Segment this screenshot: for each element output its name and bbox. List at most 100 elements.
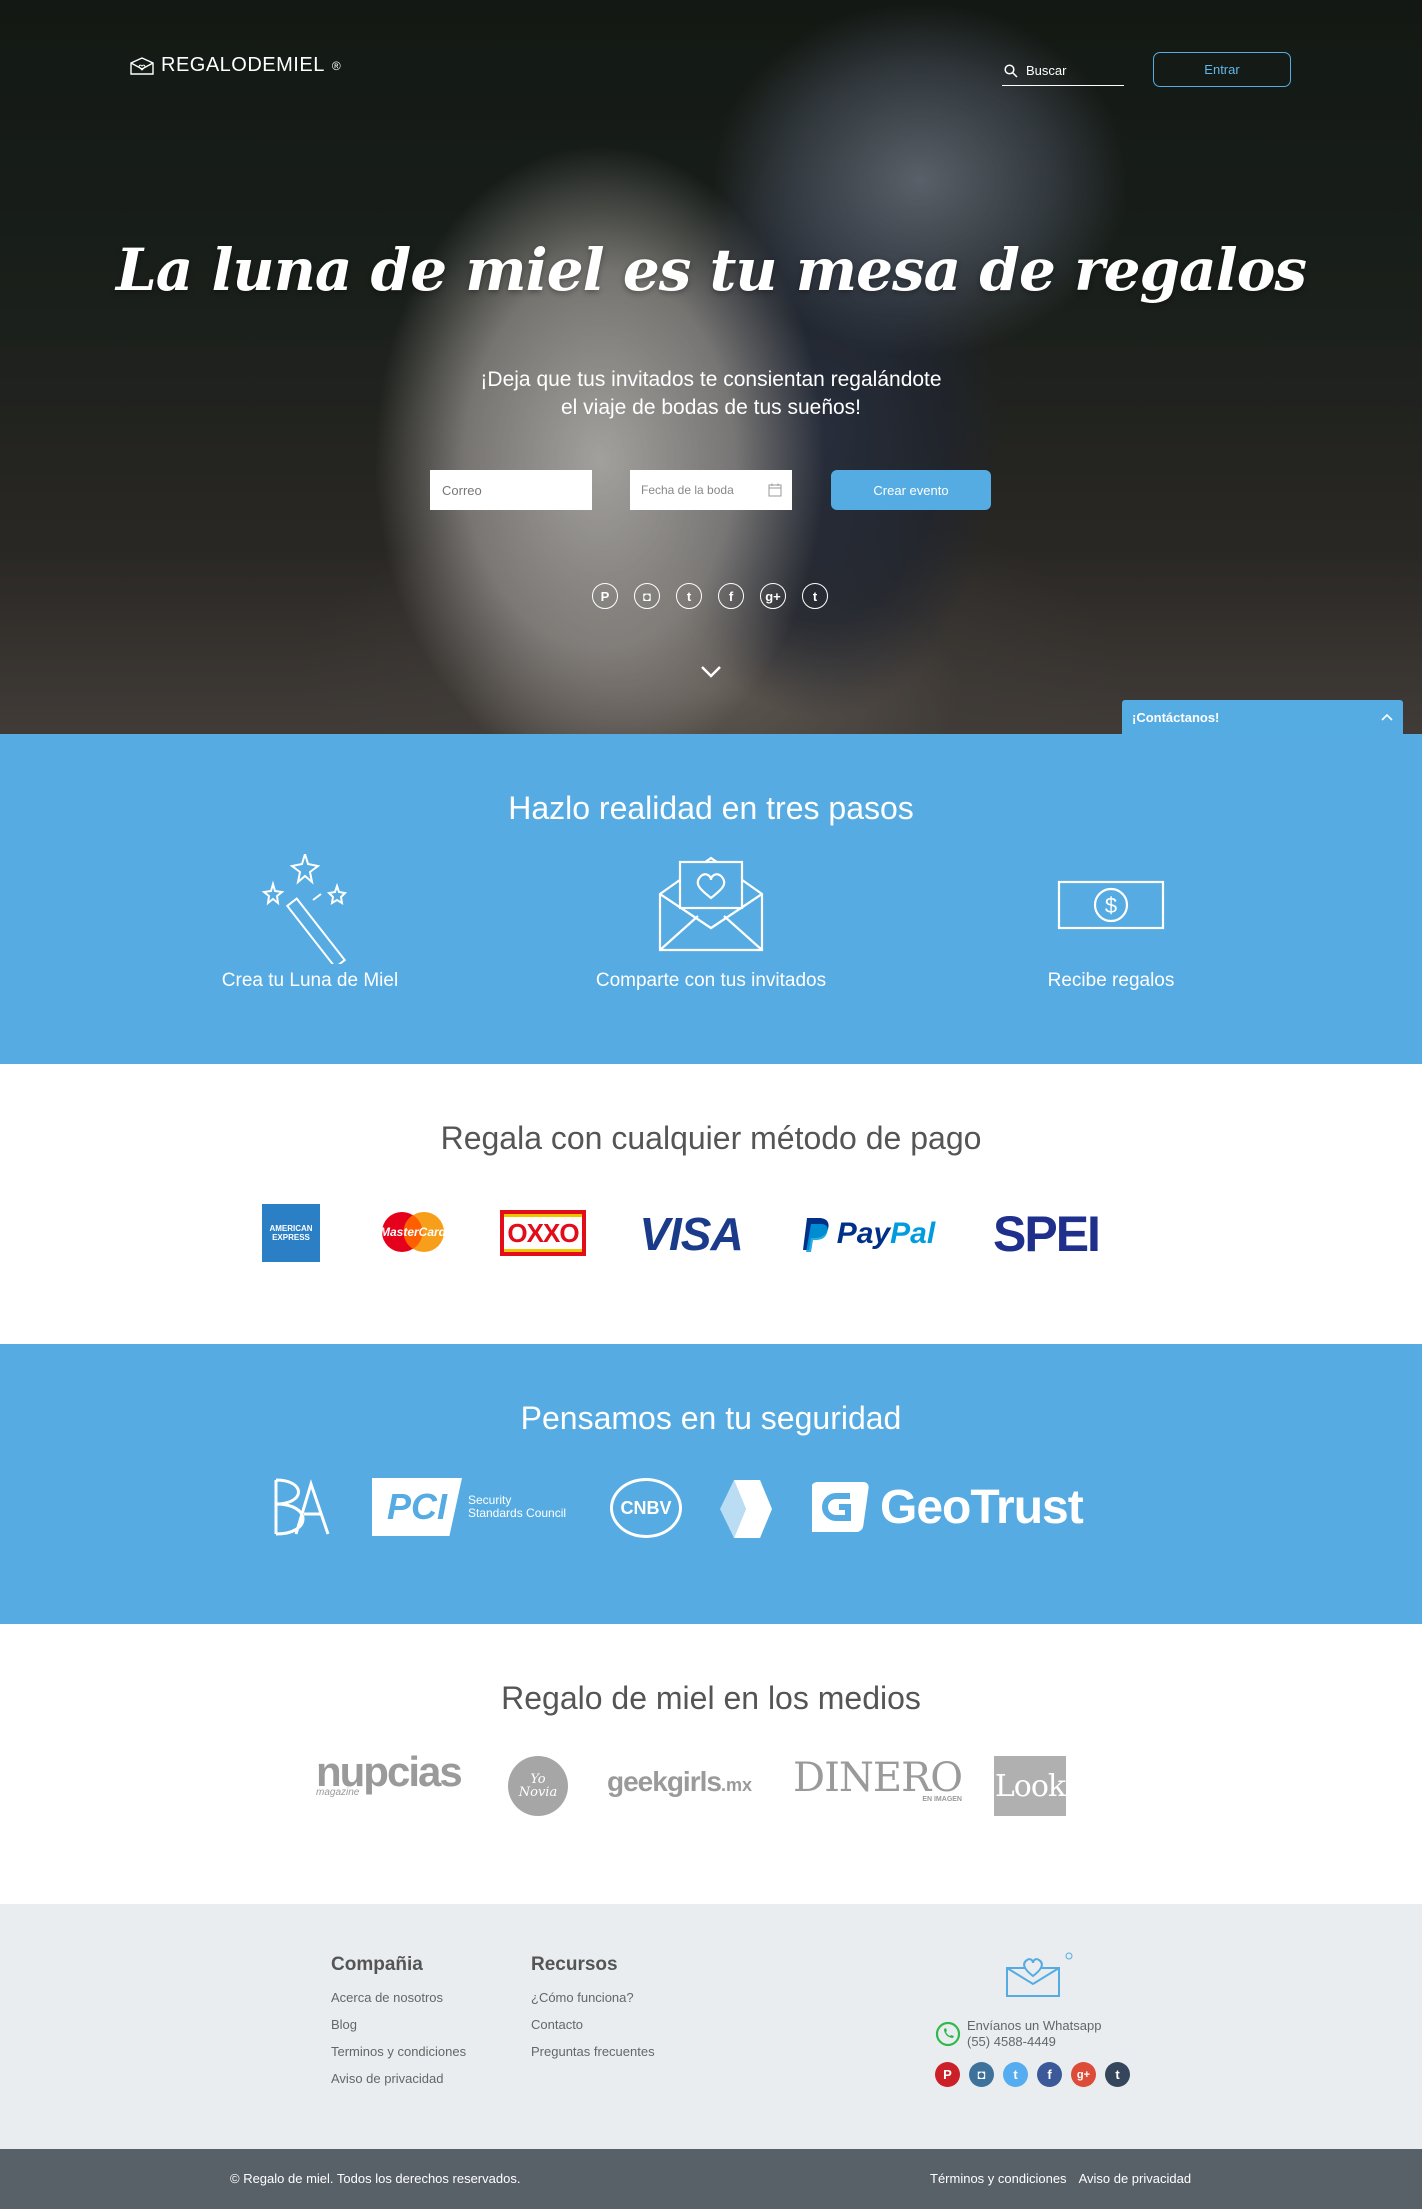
hero-title: La luna de miel es tu mesa de regalos: [115, 236, 1307, 304]
footer-link-faq[interactable]: Preguntas frecuentes: [531, 2044, 655, 2059]
whatsapp-label: Envíanos un Whatsapp: [967, 2018, 1102, 2033]
payments-title: Regala con cualquier método de pago: [440, 1120, 982, 1156]
security-section: Pensamos en tu seguridad PCI Security St…: [0, 1344, 1422, 1624]
steps-title: Hazlo realidad en tres pasos: [508, 790, 914, 826]
pinterest-icon[interactable]: P: [592, 583, 618, 609]
steps-section: Hazlo realidad en tres pasos Crea tu Lun…: [0, 734, 1422, 1064]
svg-text:$: $: [1105, 893, 1117, 918]
chevron-up-icon: [1381, 713, 1393, 721]
copyright-text: © Regalo de miel. Todos los derechos res…: [230, 2171, 521, 2186]
look-logo: Look: [994, 1756, 1066, 1816]
oxxo-logo: OXXO: [500, 1210, 586, 1256]
envelope-heart-logo-icon: [130, 56, 154, 75]
step-share-label: Comparte con tus invitados: [595, 970, 827, 991]
contact-chat-tab[interactable]: ¡Contáctanos!: [1122, 700, 1403, 734]
footer-link-terms[interactable]: Terminos y condiciones: [331, 2044, 466, 2059]
mastercard-logo: MasterCard: [378, 1210, 448, 1254]
dinero-logo: DINERO EN IMAGEN: [793, 1755, 963, 1804]
hero-subtitle-line1: ¡Deja que tus invitados te consientan re…: [480, 368, 942, 391]
contact-tab-label: ¡Contáctanos!: [1132, 709, 1220, 725]
site-logo[interactable]: REGALODEMIEL ®: [130, 54, 341, 77]
look-text: Look: [994, 1768, 1066, 1804]
whatsapp-icon: [935, 2021, 961, 2047]
bottom-bar: © Regalo de miel. Todos los derechos res…: [0, 2149, 1422, 2209]
banco-de-mexico-logo: [274, 1478, 330, 1536]
geekgirls-tld: .mx: [720, 1775, 752, 1795]
cnbv-logo: CNBV: [610, 1478, 682, 1538]
twitter-icon[interactable]: t: [1003, 2062, 1028, 2087]
heart-envelope-icon: [658, 856, 764, 952]
geotrust-logo: GeoTrust: [812, 1474, 1084, 1540]
magic-wand-icon: [261, 854, 348, 964]
footer-link-privacy[interactable]: Aviso de privacidad: [331, 2071, 466, 2086]
yo-novia-text: Yo Novia: [518, 1772, 558, 1800]
search-icon: [1004, 63, 1018, 78]
visa-logo: VISA: [628, 1206, 754, 1262]
instagram-icon[interactable]: ◘: [634, 583, 660, 609]
footer-link-contact[interactable]: Contacto: [531, 2017, 655, 2032]
footer-resources-column: Recursos ¿Cómo funciona? Contacto Pregun…: [531, 1954, 655, 2071]
whatsapp-contact[interactable]: Envíanos un Whatsapp (55) 4588-4449: [935, 2018, 1101, 2050]
whatsapp-number: (55) 4588-4449: [967, 2034, 1056, 2049]
step-share: [561, 854, 861, 954]
tumblr-icon[interactable]: t: [802, 583, 828, 609]
google-plus-icon[interactable]: g+: [760, 583, 786, 609]
facebook-icon[interactable]: f: [1037, 2062, 1062, 2087]
media-title: Regalo de miel en los medios: [501, 1680, 921, 1716]
security-title: Pensamos en tu seguridad: [520, 1400, 902, 1436]
amex-logo: AMERICAN EXPRESS: [262, 1204, 320, 1262]
email-field[interactable]: Correo: [430, 470, 592, 510]
step-create: [160, 854, 460, 964]
wedding-date-field[interactable]: Fecha de la boda: [630, 470, 792, 510]
hero-social-links: P ◘ t f g+ t: [592, 583, 828, 609]
registered-mark: ®: [331, 58, 342, 73]
step-receive: $: [961, 854, 1261, 946]
scroll-down-chevron-icon[interactable]: [699, 664, 723, 680]
create-event-button[interactable]: Crear evento: [831, 470, 991, 510]
legal-privacy-link[interactable]: Aviso de privacidad: [1079, 2171, 1192, 2186]
footer-company-column: Compañia Acerca de nosotros Blog Termino…: [331, 1954, 466, 2098]
tumblr-icon[interactable]: t: [1105, 2062, 1130, 2087]
hero-section: REGALODEMIEL ® Buscar Entrar La luna de m…: [0, 0, 1422, 734]
paypal-pay-text: Pay: [836, 1217, 891, 1250]
footer-logo-envelope-heart-icon: [1006, 1952, 1073, 1997]
yo-novia-logo: Yo Novia: [508, 1756, 568, 1816]
footer-link-blog[interactable]: Blog: [331, 2017, 466, 2032]
footer-resources-title: Recursos: [531, 1954, 618, 1975]
email-placeholder: Correo: [442, 482, 482, 498]
legal-terms-link[interactable]: Términos y condiciones: [930, 2171, 1067, 2186]
payments-section: Regala con cualquier método de pago AMER…: [0, 1064, 1422, 1344]
geekgirls-logo: geekgirls.mx: [607, 1766, 752, 1798]
footer-company-title: Compañia: [331, 1954, 423, 1975]
step-receive-label: Recibe regalos: [1047, 970, 1175, 991]
pinterest-icon[interactable]: P: [935, 2062, 960, 2087]
legal-links: Términos y condiciones Aviso de privacid…: [930, 2171, 1191, 2186]
amex-text: AMERICAN EXPRESS: [269, 1224, 313, 1242]
google-plus-icon[interactable]: g+: [1071, 2062, 1096, 2087]
oxxo-text: OXXO: [507, 1217, 579, 1248]
geotrust-text: GeoTrust: [880, 1480, 1084, 1534]
spei-text: SPEI: [993, 1208, 1101, 1260]
paypal-pal-text: Pal: [890, 1217, 936, 1250]
nupcias-logo: nupcias magazine: [316, 1751, 463, 1798]
visa-text: VISA: [639, 1208, 743, 1260]
twitter-icon[interactable]: t: [676, 583, 702, 609]
payment-logos: AMERICAN EXPRESS MasterCard OXXO VISA Pa…: [0, 1204, 1422, 1264]
footer-link-about[interactable]: Acerca de nosotros: [331, 1990, 466, 2005]
dinero-text: DINERO: [793, 1755, 963, 1801]
cnbv-text: CNBV: [620, 1497, 672, 1518]
hero-subtitle: ¡Deja que tus invitados te consientan re…: [0, 366, 1422, 422]
footer-link-how-it-works[interactable]: ¿Cómo funciona?: [531, 1990, 655, 2005]
pci-sub2: Standards Council: [468, 1506, 567, 1520]
instagram-icon[interactable]: ◘: [969, 2062, 994, 2087]
hero-subtitle-line2: el viaje de bodas de tus sueños!: [560, 396, 862, 419]
dollar-bill-icon: $: [1057, 880, 1165, 930]
mastercard-text: MasterCard: [379, 1225, 447, 1239]
facebook-icon[interactable]: f: [718, 583, 744, 609]
login-button[interactable]: Entrar: [1153, 52, 1291, 87]
search-input[interactable]: Buscar: [1002, 56, 1124, 86]
media-section: Regalo de miel en los medios nupcias mag…: [0, 1624, 1422, 1904]
search-placeholder: Buscar: [1026, 63, 1067, 78]
footer-social-links: P ◘ t f g+ t: [935, 2062, 1130, 2087]
step-create-label: Crea tu Luna de Miel: [221, 970, 399, 991]
